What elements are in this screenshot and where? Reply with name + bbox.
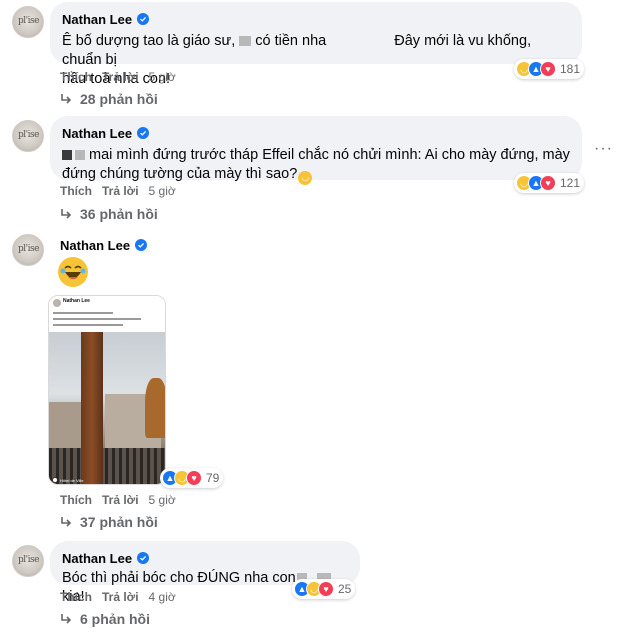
replies-count: 37 phản hồi [80, 514, 158, 530]
screenshot-photo: Hôtel de Ville [49, 332, 165, 484]
comment-author[interactable]: Nathan Lee [60, 238, 130, 253]
avatar-logo: pl'ise [18, 130, 39, 140]
like-button[interactable]: Thích [60, 590, 92, 604]
replies-count: 36 phản hồi [80, 206, 158, 222]
redacted-text [75, 150, 85, 161]
verified-badge-icon [135, 239, 148, 251]
laughing-emoji-icon [58, 257, 88, 287]
reaction-summary[interactable]: ◡ ▲ ♥ 181 [514, 59, 585, 79]
replies-count: 28 phản hồi [80, 91, 158, 107]
like-button[interactable]: Thích [60, 70, 92, 84]
building [49, 402, 81, 448]
screenshot-author: Nathan Lee [63, 298, 90, 304]
comment-author[interactable]: Nathan Lee [62, 551, 132, 566]
tree [145, 378, 165, 438]
reply-button[interactable]: Trả lời [102, 70, 139, 84]
comment-actions: Thích Trả lời 4 giờ [60, 590, 176, 604]
view-replies-link[interactable]: 6 phản hồi [60, 611, 150, 627]
comment-author[interactable]: Nathan Lee [62, 12, 132, 27]
reply-button[interactable]: Trả lời [102, 184, 139, 198]
reply-button[interactable]: Trả lời [102, 590, 139, 604]
love-reaction-icon: ♥ [318, 581, 334, 597]
avatar-logo: pl'ise [18, 16, 39, 26]
screenshot-post-header: Nathan Lee [49, 296, 165, 330]
view-replies-link[interactable]: 36 phản hồi [60, 206, 158, 222]
comment-bubble: Nathan Lee Ê bố dượng tao là giáo sư, có… [50, 2, 582, 87]
verified-badge-icon [137, 552, 150, 564]
window-frame [81, 332, 103, 484]
comment-time[interactable]: 4 giờ [149, 590, 176, 604]
reaction-count: 121 [560, 176, 581, 190]
reaction-summary[interactable]: ▲ ◡ ♥ 79 [160, 468, 224, 488]
avatar[interactable]: pl'ise [12, 6, 44, 38]
reply-arrow-icon [61, 209, 72, 219]
screenshot-location: Hôtel de Ville [52, 477, 84, 483]
screenshot-text-line [53, 318, 141, 320]
comment-author[interactable]: Nathan Lee [62, 126, 132, 141]
love-reaction-icon: ♥ [540, 175, 556, 191]
avatar[interactable]: pl'ise [12, 545, 44, 577]
reply-button[interactable]: Trả lời [102, 493, 139, 507]
comment-time[interactable]: 5 giờ [149, 70, 176, 84]
screenshot-avatar [53, 299, 61, 307]
like-button[interactable]: Thích [60, 493, 92, 507]
comment-actions: Thích Trả lời 5 giờ [60, 70, 176, 84]
verified-badge-icon [137, 13, 150, 25]
laughing-emoji-icon: ◡ [298, 170, 313, 185]
avatar-logo: pl'ise [18, 555, 39, 565]
reaction-count: 25 [338, 582, 352, 596]
reply-arrow-icon [61, 517, 72, 527]
comment-time[interactable]: 5 giờ [149, 184, 176, 198]
avatar[interactable]: pl'ise [12, 120, 44, 152]
comment-bubble: Nathan Lee mai mình đứng trước tháp Effe… [50, 116, 582, 185]
location-pin-icon [52, 477, 58, 483]
avatar[interactable]: pl'ise [12, 234, 44, 266]
attached-screenshot-image[interactable]: Nathan Lee Hôtel de Ville [48, 295, 166, 485]
comment-time[interactable]: 5 giờ [149, 493, 176, 507]
reaction-summary[interactable]: ▲ ◡ ♥ 25 [292, 579, 356, 599]
redacted-text [62, 150, 72, 161]
verified-badge-icon [137, 127, 150, 139]
reply-arrow-icon [61, 94, 72, 104]
love-reaction-icon: ♥ [540, 61, 556, 77]
comment-actions: Thích Trả lời 5 giờ [60, 184, 176, 198]
screenshot-text-line [53, 312, 113, 314]
reaction-count: 181 [560, 62, 581, 76]
love-reaction-icon: ♥ [186, 470, 202, 486]
screenshot-text-line [53, 324, 123, 326]
view-replies-link[interactable]: 37 phản hồi [60, 514, 158, 530]
redacted-text [239, 36, 252, 47]
reply-arrow-icon [61, 614, 72, 624]
comment-actions: Thích Trả lời 5 giờ [60, 493, 176, 507]
view-replies-link[interactable]: 28 phản hồi [60, 91, 158, 107]
replies-count: 6 phản hồi [80, 611, 150, 627]
reaction-count: 79 [206, 471, 220, 485]
like-button[interactable]: Thích [60, 184, 92, 198]
redacted-text [330, 34, 387, 49]
avatar-logo: pl'ise [18, 244, 39, 254]
comment-text: mai mình đứng trước tháp Effeil chắc nó … [62, 146, 570, 185]
reaction-summary[interactable]: ◡ ▲ ♥ 121 [514, 173, 585, 193]
more-options-icon[interactable]: ··· [594, 140, 613, 158]
